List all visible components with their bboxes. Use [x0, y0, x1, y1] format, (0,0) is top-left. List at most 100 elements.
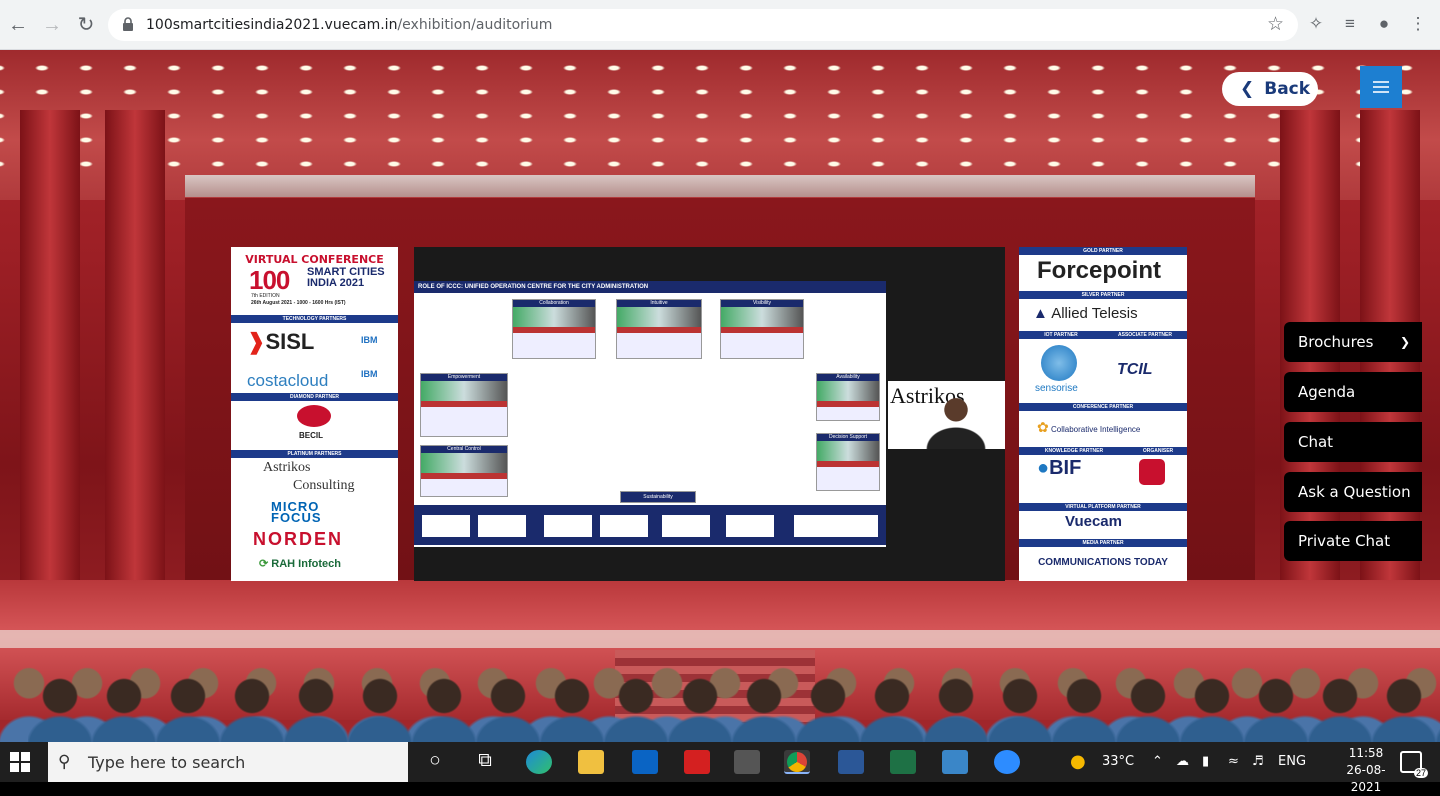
- photos-icon[interactable]: [942, 750, 968, 774]
- notification-center-icon[interactable]: 27: [1400, 751, 1428, 778]
- slide-cell: [478, 515, 526, 537]
- reload-icon[interactable]: ↻: [74, 13, 98, 37]
- conference-edition: 7th EDITION: [251, 293, 280, 299]
- language-indicator[interactable]: ENG: [1278, 742, 1306, 782]
- excel-icon[interactable]: [890, 750, 916, 774]
- partner-band: MEDIA PARTNER: [1019, 539, 1187, 547]
- taskbar-search-box[interactable]: ⚲ Type here to search: [48, 742, 408, 782]
- reading-list-icon[interactable]: ≡: [1338, 12, 1362, 36]
- back-button[interactable]: ❮ Back: [1222, 72, 1318, 106]
- chevron-down-icon: ❯: [1399, 335, 1410, 349]
- chrome-taskbar-tile[interactable]: [784, 750, 810, 774]
- slide-box: Empowerment: [420, 373, 508, 437]
- more-menu-icon[interactable]: ⋮: [1406, 12, 1430, 36]
- edge-icon[interactable]: [526, 750, 552, 774]
- agenda-label: Agenda: [1298, 383, 1356, 401]
- extensions-icon[interactable]: ✧: [1304, 12, 1328, 36]
- profile-avatar-icon[interactable]: ●: [1372, 12, 1396, 36]
- hamburger-menu-button[interactable]: [1360, 66, 1402, 108]
- back-arrow-icon[interactable]: ←: [6, 13, 30, 37]
- partner-logo-ibm: IBM: [361, 335, 378, 345]
- partner-band: VIRTUAL PLATFORM PARTNER: [1019, 503, 1187, 511]
- search-placeholder: Type here to search: [88, 753, 246, 772]
- browser-toolbar: ← → ↻ 100smartcitiesindia2021.vuecam.in/…: [0, 0, 1440, 50]
- speaker-video-feed[interactable]: Astrikos: [888, 381, 1005, 449]
- partner-logo-sensorise: sensorise: [1035, 383, 1078, 394]
- speaker-avatar: [926, 393, 986, 449]
- partner-logo-becil: BECIL: [299, 431, 323, 440]
- zoom-icon[interactable]: [994, 750, 1020, 774]
- slide-cell: [726, 515, 774, 537]
- system-clock[interactable]: 11:58 26-08-2021: [1336, 745, 1396, 796]
- bookmark-star-icon[interactable]: ☆: [1267, 13, 1284, 36]
- brochures-label: Brochures: [1298, 333, 1374, 351]
- partner-band: TECHNOLOGY PARTNERS: [231, 315, 398, 323]
- partner-band: GOLD PARTNER: [1019, 247, 1187, 255]
- slide-box: Central Control: [420, 445, 508, 497]
- main-presentation-screen[interactable]: ROLE OF ICCC: UNIFIED OPERATION CENTRE F…: [414, 247, 1005, 581]
- acrobat-icon[interactable]: [684, 750, 710, 774]
- ask-question-button[interactable]: Ask a Question: [1284, 472, 1422, 512]
- ask-question-label: Ask a Question: [1298, 483, 1411, 501]
- weather-temp[interactable]: 33°C: [1102, 742, 1134, 782]
- partner-band: ORGANISER: [1129, 447, 1187, 455]
- hamburger-line: [1373, 91, 1389, 93]
- stage-edge: [0, 630, 1440, 648]
- onedrive-icon[interactable]: ☁: [1176, 742, 1189, 782]
- chevron-left-icon: ❮: [1240, 79, 1255, 99]
- partner-logo-allied-telesis: ▲ Allied Telesis: [1033, 305, 1138, 322]
- ceiling: [0, 50, 1440, 200]
- slide-cell: [422, 515, 470, 537]
- partner-band: SILVER PARTNER: [1019, 291, 1187, 299]
- slide-box: Intuitive: [616, 299, 702, 359]
- forward-arrow-icon[interactable]: →: [40, 13, 64, 37]
- conference-number: 100: [249, 265, 290, 295]
- slide-cell: [600, 515, 648, 537]
- ceiling-lights: [0, 50, 1440, 185]
- chat-button[interactable]: Chat: [1284, 422, 1422, 462]
- url-text: 100smartcitiesindia2021.vuecam.in/exhibi…: [146, 17, 552, 33]
- left-sponsor-panel: VIRTUAL CONFERENCE 100 SMART CITIES INDI…: [231, 247, 398, 581]
- cortana-icon[interactable]: ○: [422, 750, 448, 772]
- clock-date: 26-08-2021: [1346, 763, 1386, 794]
- pillar: [105, 110, 165, 650]
- partner-logo-consulting: Consulting: [293, 478, 355, 493]
- notification-count: 27: [1413, 768, 1428, 778]
- audience-front-row: [28, 675, 1440, 742]
- file-explorer-icon[interactable]: [578, 750, 604, 774]
- partner-logo-communications-today: COMMUNICATIONS TODAY: [1038, 557, 1168, 568]
- wifi-icon[interactable]: ≈: [1228, 742, 1239, 782]
- private-chat-button[interactable]: Private Chat: [1284, 521, 1422, 561]
- partner-logo-sisl: ❱SISL: [247, 329, 315, 354]
- proscenium-band: [185, 175, 1255, 197]
- slide-cell: [662, 515, 710, 537]
- partner-logo-costacloud: costacloud: [247, 371, 329, 390]
- tray-chevron-up-icon[interactable]: ⌃: [1152, 742, 1163, 782]
- hamburger-line: [1373, 81, 1389, 83]
- partner-logo-microfocus: MICRO FOCUS: [271, 499, 322, 525]
- outlook-icon[interactable]: [632, 750, 658, 774]
- store-icon[interactable]: [734, 750, 760, 774]
- partner-logo-norden: NORDEN: [253, 529, 344, 549]
- address-bar[interactable]: 100smartcitiesindia2021.vuecam.in/exhibi…: [108, 9, 1298, 41]
- battery-icon[interactable]: ▮: [1202, 742, 1209, 782]
- lock-icon: [123, 17, 133, 31]
- chat-label: Chat: [1298, 433, 1334, 451]
- task-view-icon[interactable]: ⧉: [472, 750, 498, 772]
- partner-band: IOT PARTNER: [1019, 331, 1103, 339]
- pillar: [20, 110, 80, 650]
- windows-start-icon[interactable]: [10, 752, 30, 772]
- slide-box: Availability: [816, 373, 880, 421]
- volume-icon[interactable]: ♬: [1252, 742, 1264, 782]
- slide-title: ROLE OF ICCC: UNIFIED OPERATION CENTRE F…: [414, 281, 886, 293]
- partner-band: PLATINUM PARTNERS: [231, 450, 398, 458]
- partner-logo-astrikos: Astrikos: [263, 460, 311, 475]
- search-icon: ⚲: [58, 752, 71, 771]
- weather-icon: ●: [1070, 751, 1086, 772]
- word-icon[interactable]: [838, 750, 864, 774]
- agenda-button[interactable]: Agenda: [1284, 372, 1422, 412]
- brochures-button[interactable]: Brochures ❯: [1284, 322, 1422, 362]
- windows-taskbar: ⚲ Type here to search ○ ⧉ ● 33°C ⌃ ☁ ▮ ≈…: [0, 742, 1440, 794]
- slide-box: Sustainability: [620, 491, 696, 503]
- url-path: /exhibition/auditorium: [397, 17, 553, 33]
